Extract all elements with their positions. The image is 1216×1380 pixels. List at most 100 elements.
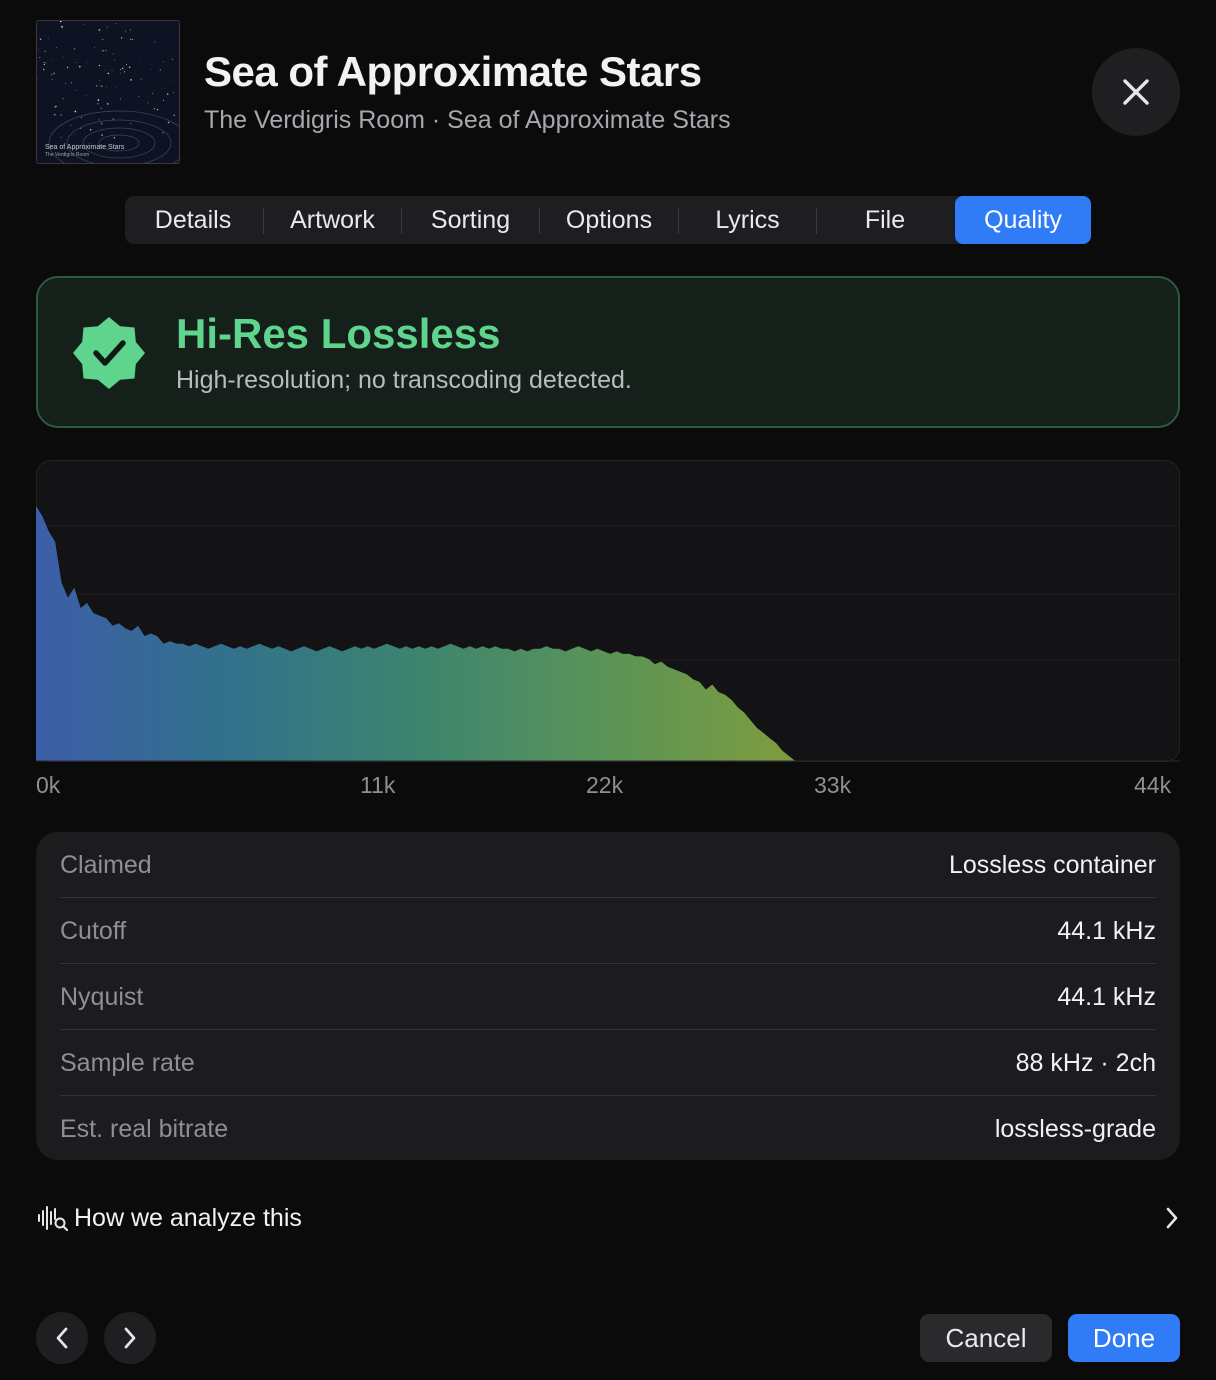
star-dot <box>153 108 155 110</box>
star-dot <box>162 99 165 101</box>
star-dot <box>89 129 92 131</box>
track-title: Sea of Approximate Stars <box>204 48 702 95</box>
stat-value: 88 kHz · 2ch <box>1015 1048 1156 1077</box>
xmark-icon <box>1123 79 1149 105</box>
star-dot <box>100 107 102 109</box>
star-dot <box>64 82 66 84</box>
checkmark-seal-icon <box>73 317 145 389</box>
tab-details[interactable]: Details <box>125 196 261 244</box>
star-dot <box>48 37 49 39</box>
star-dot <box>105 50 107 52</box>
close-button[interactable] <box>1092 48 1180 136</box>
previous-track-button[interactable] <box>36 1312 88 1364</box>
chevron-left-icon <box>56 1327 68 1349</box>
how-we-analyze-link[interactable]: How we analyze this <box>36 1196 1180 1240</box>
star-dot <box>99 80 101 82</box>
tab-file[interactable]: File <box>817 196 953 244</box>
star-dot <box>113 137 116 139</box>
star-dot <box>98 119 100 121</box>
star-dot <box>112 53 114 55</box>
tab-quality[interactable]: Quality <box>955 196 1091 244</box>
x-tick-label: 11k <box>360 772 396 798</box>
star-dot <box>112 118 115 120</box>
star-dot <box>119 72 121 74</box>
star-dot <box>111 70 113 72</box>
star-dot <box>172 81 174 83</box>
quality-stats-table: Claimed Lossless container Cutoff 44.1 k… <box>36 832 1180 1160</box>
stat-key: Cutoff <box>60 916 127 945</box>
star-dot <box>75 62 77 64</box>
verdict-description: High-resolution; no transcoding detected… <box>176 366 632 394</box>
star-dot <box>60 25 62 26</box>
star-dot <box>129 38 132 40</box>
tab-options[interactable]: Options <box>540 196 678 244</box>
star-dot <box>102 49 104 52</box>
track-subtitle: The Verdigris Room · Sea of Approximate … <box>204 106 731 134</box>
star-dot <box>166 93 169 95</box>
star-dot <box>45 62 47 64</box>
star-dot <box>173 114 176 117</box>
star-dot <box>125 30 127 32</box>
star-dot <box>139 58 141 60</box>
star-dot <box>123 71 125 73</box>
tab-lyrics[interactable]: Lyrics <box>679 196 816 244</box>
star-dot <box>98 29 101 31</box>
star-dot <box>43 68 45 71</box>
star-dot <box>43 61 45 64</box>
star-dot <box>162 132 164 134</box>
star-dot <box>147 102 149 104</box>
star-dot <box>124 32 126 34</box>
star-dot <box>115 23 117 25</box>
next-track-button[interactable] <box>104 1312 156 1364</box>
chevron-right-icon <box>124 1327 136 1349</box>
star-dot <box>119 98 121 100</box>
star-dot <box>38 49 40 51</box>
chevron-right-icon <box>1166 1207 1178 1229</box>
star-dot <box>66 66 69 69</box>
tab-sorting[interactable]: Sorting <box>402 196 539 244</box>
star-dot <box>172 58 174 60</box>
star-dot <box>140 78 142 80</box>
star-dot <box>55 46 57 48</box>
verdict-title: Hi-Res Lossless <box>176 310 501 357</box>
star-dot <box>75 89 77 91</box>
star-dot <box>138 95 140 97</box>
done-button[interactable]: Done <box>1068 1314 1180 1362</box>
stat-key: Nyquist <box>60 982 144 1011</box>
stat-row-sample-rate: Sample rate 88 kHz · 2ch <box>60 1030 1156 1096</box>
how-we-analyze-label: How we analyze this <box>74 1203 302 1232</box>
stat-row-bitrate: Est. real bitrate lossless-grade <box>60 1096 1156 1162</box>
star-dot <box>97 99 100 101</box>
star-dot <box>102 38 104 41</box>
star-dot <box>106 26 108 28</box>
star-dot <box>60 114 62 116</box>
cancel-button[interactable]: Cancel <box>920 1314 1052 1362</box>
star-dot <box>97 102 99 105</box>
star-dot <box>159 69 161 71</box>
star-dot <box>173 92 175 94</box>
star-dot <box>156 108 159 111</box>
tab-bar: Details Artwork Sorting Options Lyrics F… <box>125 196 1091 244</box>
tab-artwork[interactable]: Artwork <box>264 196 401 244</box>
stat-value: 44.1 kHz <box>1057 982 1156 1011</box>
star-dot <box>111 131 113 133</box>
stat-row-cutoff: Cutoff 44.1 kHz <box>60 898 1156 964</box>
stat-key: Est. real bitrate <box>60 1114 229 1143</box>
x-tick-label: 33k <box>814 772 852 798</box>
star-dot <box>130 79 132 81</box>
star-dot <box>63 56 64 58</box>
album-artwork: Sea of Approximate Stars The Verdigris R… <box>36 20 180 164</box>
star-dot <box>44 50 46 52</box>
star-dot <box>128 66 131 68</box>
star-dot <box>52 59 54 61</box>
star-dot <box>100 85 103 88</box>
star-dot <box>62 98 64 100</box>
frequency-spectrum-chart <box>36 460 1180 762</box>
star-dot <box>99 85 101 87</box>
star-dot <box>101 123 103 125</box>
star-dot <box>74 133 76 135</box>
star-dot <box>85 95 87 96</box>
star-dot <box>43 63 45 66</box>
star-dot <box>114 59 116 61</box>
star-dot <box>126 64 127 66</box>
